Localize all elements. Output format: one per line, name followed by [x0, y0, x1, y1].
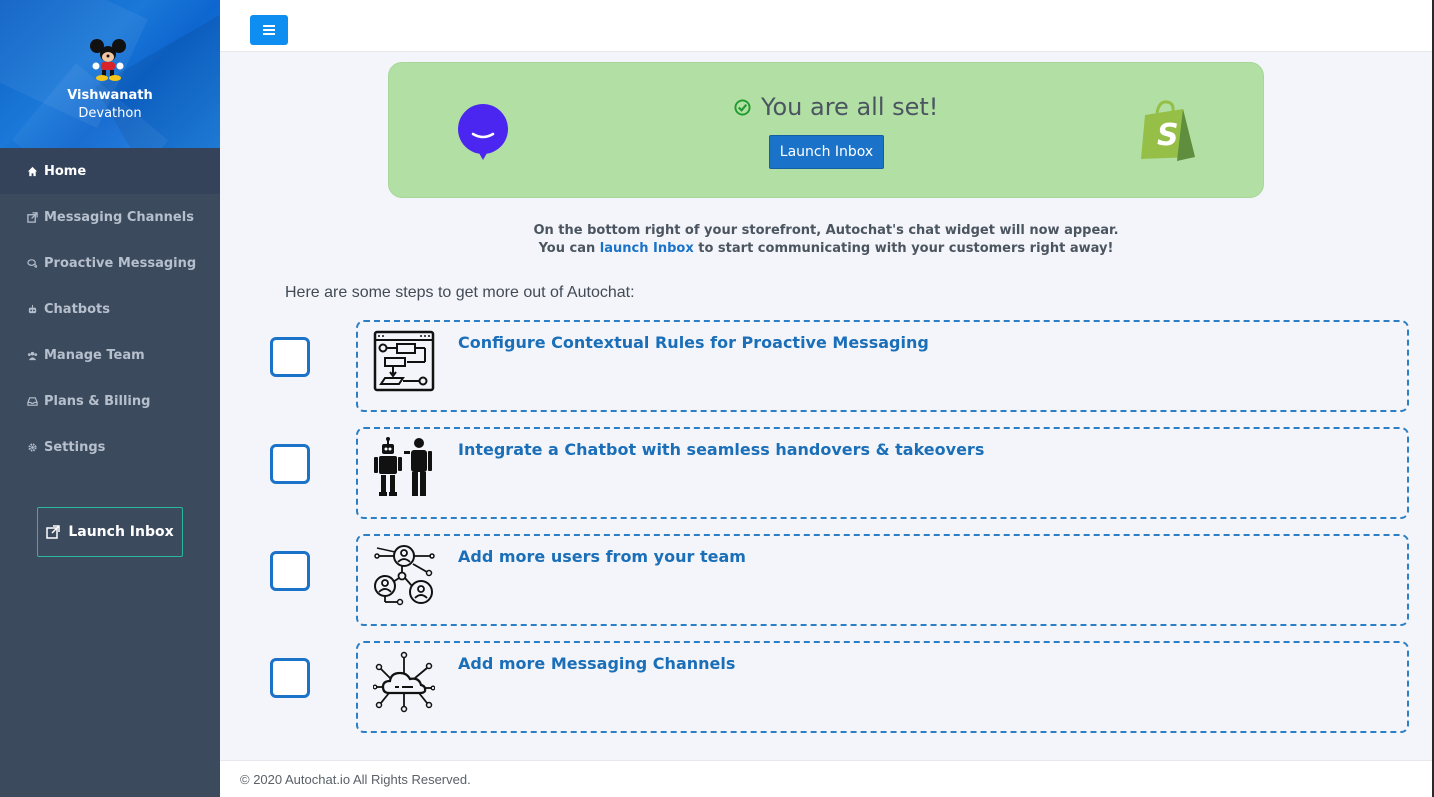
flowchart-icon: [373, 330, 435, 392]
profile-name: Vishwanath Devathon: [0, 87, 220, 123]
inbox-tray-icon: [25, 394, 39, 408]
info-line-2-prefix: You can: [538, 241, 600, 256]
sidebar-launch-inbox-label: Launch Inbox: [68, 524, 174, 540]
users-icon: [25, 348, 39, 362]
sidebar-item-plans-billing[interactable]: Plans & Billing: [0, 378, 220, 424]
info-line-2: You can launch Inbox to start communicat…: [420, 240, 1232, 258]
sidebar-item-label: Proactive Messaging: [44, 255, 197, 271]
home-icon: [25, 164, 39, 178]
gear-icon: [25, 440, 39, 454]
footer: © 2020 Autochat.io All Rights Reserved.: [220, 760, 1434, 797]
status-text: You are all set!: [761, 93, 939, 121]
sidebar-item-label: Home: [44, 163, 87, 179]
sidebar-item-label: Manage Team: [44, 347, 145, 363]
user-last-name: Devathon: [78, 106, 142, 121]
sidebar-item-manage-team[interactable]: Manage Team: [0, 332, 220, 378]
hamburger-icon: [263, 25, 275, 35]
sidebar-nav: Home Messaging Channels Proactive Messag…: [0, 148, 220, 470]
menu-toggle-button[interactable]: [250, 15, 288, 45]
shopify-logo-icon: S: [1141, 100, 1195, 161]
sidebar-item-label: Messaging Channels: [44, 209, 194, 225]
sidebar-launch-inbox-button[interactable]: Launch Inbox: [37, 507, 183, 557]
robot-icon: [25, 302, 39, 316]
avatar[interactable]: [88, 38, 128, 82]
sidebar-item-label: Plans & Billing: [44, 393, 151, 409]
step-3-card[interactable]: Add more users from your team: [356, 534, 1409, 626]
step-4-card[interactable]: Add more Messaging Channels: [356, 641, 1409, 733]
chat-bubbles-icon: [25, 256, 39, 270]
robot-human-icon: [374, 437, 432, 496]
top-bar: [220, 0, 1434, 52]
step-1-checkbox[interactable]: [270, 337, 310, 377]
profile-header: Vishwanath Devathon: [0, 0, 220, 148]
sidebar-item-messaging-channels[interactable]: Messaging Channels: [0, 194, 220, 240]
info-text: On the bottom right of your storefront, …: [420, 222, 1232, 258]
launch-inbox-button[interactable]: Launch Inbox: [769, 135, 884, 169]
sidebar-item-label: Chatbots: [44, 301, 110, 317]
cloud-network-icon: [373, 651, 435, 713]
steps-heading-text: Here are some steps to get more out of A…: [285, 284, 635, 301]
sidebar-item-chatbots[interactable]: Chatbots: [0, 286, 220, 332]
sidebar: Vishwanath Devathon Home Messaging Chann…: [0, 0, 220, 797]
step-3-checkbox[interactable]: [270, 551, 310, 591]
team-network-icon: [374, 545, 435, 606]
success-banner: You are all set! Launch Inbox S: [388, 62, 1264, 198]
user-first-name: Vishwanath: [67, 88, 153, 103]
status-heading: You are all set!: [734, 93, 938, 121]
steps-heading: Here are some steps to get more out of A…: [285, 284, 635, 302]
step-4-checkbox[interactable]: [270, 658, 310, 698]
external-link-icon: [25, 210, 39, 224]
svg-text:S: S: [1157, 118, 1179, 153]
copyright-text: © 2020 Autochat.io All Rights Reserved.: [240, 772, 471, 787]
sidebar-item-settings[interactable]: Settings: [0, 424, 220, 470]
step-2-checkbox[interactable]: [270, 444, 310, 484]
sidebar-item-label: Settings: [44, 439, 106, 455]
sidebar-item-home[interactable]: Home: [0, 148, 220, 194]
chat-widget-logo-icon: [458, 104, 508, 160]
step-4-title[interactable]: Add more Messaging Channels: [458, 654, 735, 673]
step-1-card[interactable]: Configure Contextual Rules for Proactive…: [356, 320, 1409, 412]
info-line-2-suffix: to start communicating with your custome…: [693, 241, 1114, 256]
step-1-title[interactable]: Configure Contextual Rules for Proactive…: [458, 333, 929, 352]
launch-inbox-link[interactable]: launch Inbox: [600, 241, 694, 256]
info-line-1: On the bottom right of your storefront, …: [533, 223, 1119, 238]
sidebar-item-proactive-messaging[interactable]: Proactive Messaging: [0, 240, 220, 286]
external-link-icon: [46, 525, 61, 539]
step-2-card[interactable]: Integrate a Chatbot with seamless handov…: [356, 427, 1409, 519]
step-2-title[interactable]: Integrate a Chatbot with seamless handov…: [458, 440, 984, 459]
check-circle-icon: [734, 98, 751, 116]
step-3-title[interactable]: Add more users from your team: [458, 547, 746, 566]
